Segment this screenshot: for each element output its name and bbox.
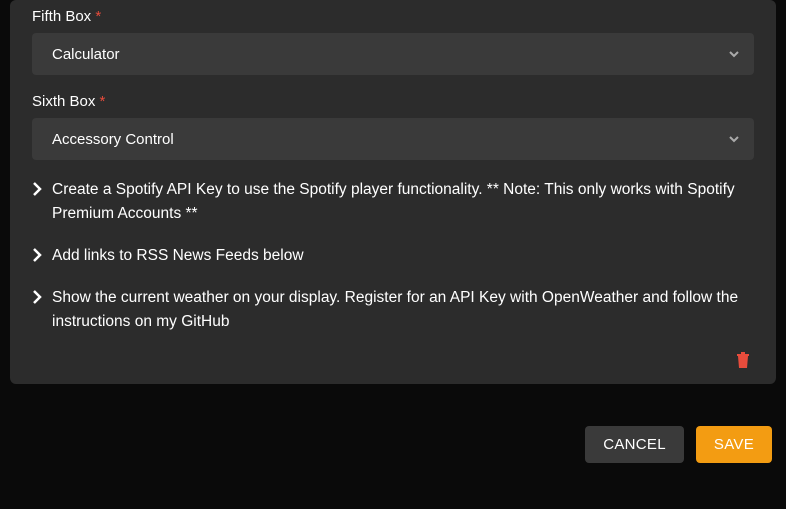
required-mark: * <box>95 8 101 25</box>
chevron-right-icon <box>32 181 42 197</box>
settings-panel: Fifth Box * Calculator Sixth Box * Acces… <box>10 0 776 384</box>
fifth-box-label: Fifth Box * <box>32 8 754 25</box>
spotify-expander[interactable]: Create a Spotify API Key to use the Spot… <box>32 178 754 226</box>
chevron-down-icon <box>728 48 740 60</box>
fifth-box-select[interactable]: Calculator <box>32 33 754 75</box>
footer-actions: CANCEL SAVE <box>0 384 786 463</box>
weather-expander[interactable]: Show the current weather on your display… <box>32 286 754 334</box>
select-value: Accessory Control <box>52 131 174 148</box>
expander-text: Show the current weather on your display… <box>52 286 754 334</box>
chevron-right-icon <box>32 289 42 305</box>
required-mark: * <box>100 93 106 110</box>
expander-text: Add links to RSS News Feeds below <box>52 244 304 268</box>
sixth-box-field: Sixth Box * Accessory Control <box>32 93 754 160</box>
expander-text: Create a Spotify API Key to use the Spot… <box>52 178 754 226</box>
save-button[interactable]: SAVE <box>696 426 772 463</box>
rss-expander[interactable]: Add links to RSS News Feeds below <box>32 244 754 268</box>
delete-row <box>32 352 754 368</box>
cancel-button[interactable]: CANCEL <box>585 426 684 463</box>
label-text: Fifth Box <box>32 8 91 25</box>
chevron-right-icon <box>32 247 42 263</box>
select-value: Calculator <box>52 46 120 63</box>
chevron-down-icon <box>728 133 740 145</box>
label-text: Sixth Box <box>32 93 95 110</box>
fifth-box-field: Fifth Box * Calculator <box>32 8 754 75</box>
sixth-box-label: Sixth Box * <box>32 93 754 110</box>
sixth-box-select[interactable]: Accessory Control <box>32 118 754 160</box>
trash-icon[interactable] <box>736 352 750 368</box>
